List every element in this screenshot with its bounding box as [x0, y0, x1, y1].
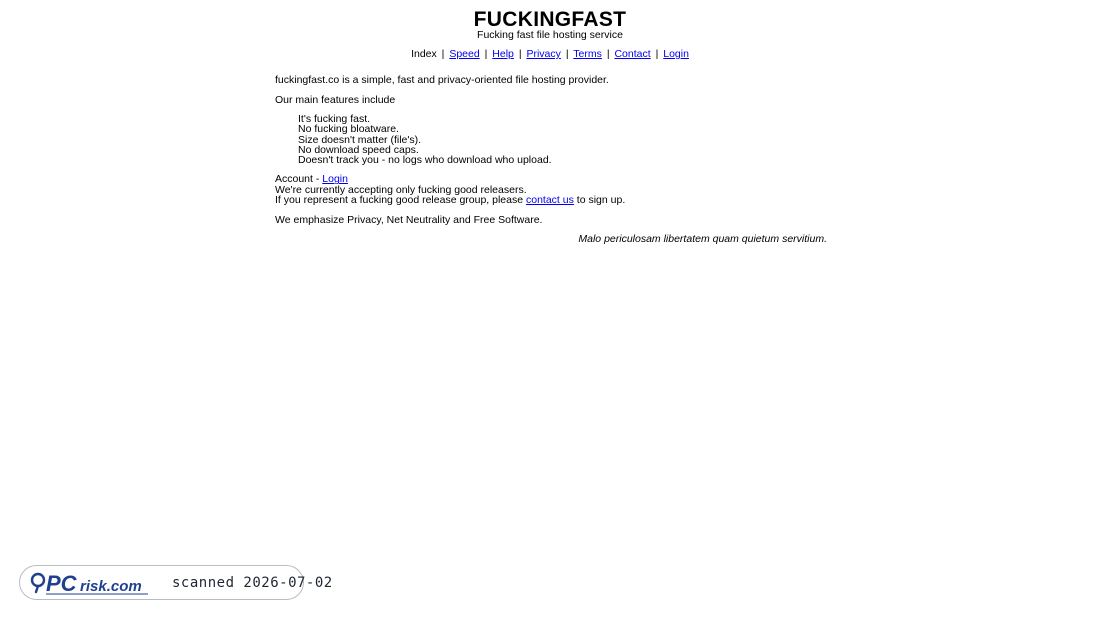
svg-text:PC: PC [46, 571, 78, 596]
intro-text: fuckingfast.co is a simple, fast and pri… [275, 74, 609, 86]
pcrisk-scan-badge: PC risk.com scanned 2026-07-02 [19, 565, 332, 600]
pcrisk-logo: PC risk.com [30, 570, 152, 596]
features-heading: Our main features include [275, 93, 396, 106]
pcrisk-logo-icon: PC risk.com [30, 571, 148, 596]
nav-link-contact[interactable]: Contact [614, 48, 650, 60]
top-nav: Index | Speed | Help | Privacy | Terms |… [0, 48, 1100, 61]
nav-separator: | [484, 48, 488, 60]
nav-link-login[interactable]: Login [663, 48, 689, 60]
nav-link-help[interactable]: Help [492, 48, 514, 60]
nav-separator: | [518, 48, 522, 60]
nav-separator: | [441, 48, 445, 60]
emphasize-text: We emphasize Privacy, Net Neutrality and… [275, 213, 543, 226]
nav-separator: | [565, 48, 569, 60]
nav-link-speed[interactable]: Speed [449, 48, 479, 60]
nav-separator: | [606, 48, 610, 60]
site-tagline: Fucking fast file hosting service [477, 29, 623, 41]
svg-text:risk.com: risk.com [80, 578, 142, 595]
represent-text: If you represent a fucking good release … [275, 194, 526, 207]
features-list: It's fucking fast. No fucking bloatware.… [275, 114, 827, 167]
nav-index: Index [411, 48, 437, 60]
page: FUCKINGFAST Fucking fast file hosting se… [0, 0, 1100, 619]
motto-text: Malo periculosam libertatem quam quietum… [578, 233, 827, 246]
nav-separator: | [655, 48, 659, 60]
nav-link-terms[interactable]: Terms [573, 48, 602, 60]
feature-item: Doesn't track you - no logs who download… [298, 154, 552, 167]
account-section: Account - Login We're currently acceptin… [275, 174, 827, 206]
nav-link-privacy[interactable]: Privacy [526, 48, 560, 60]
contact-us-link[interactable]: contact us [526, 194, 574, 206]
scan-date-text: scanned 2026-07-02 [172, 574, 333, 591]
main-content: fuckingfast.co is a simple, fast and pri… [275, 75, 827, 245]
signup-text: to sign up. [573, 194, 626, 207]
